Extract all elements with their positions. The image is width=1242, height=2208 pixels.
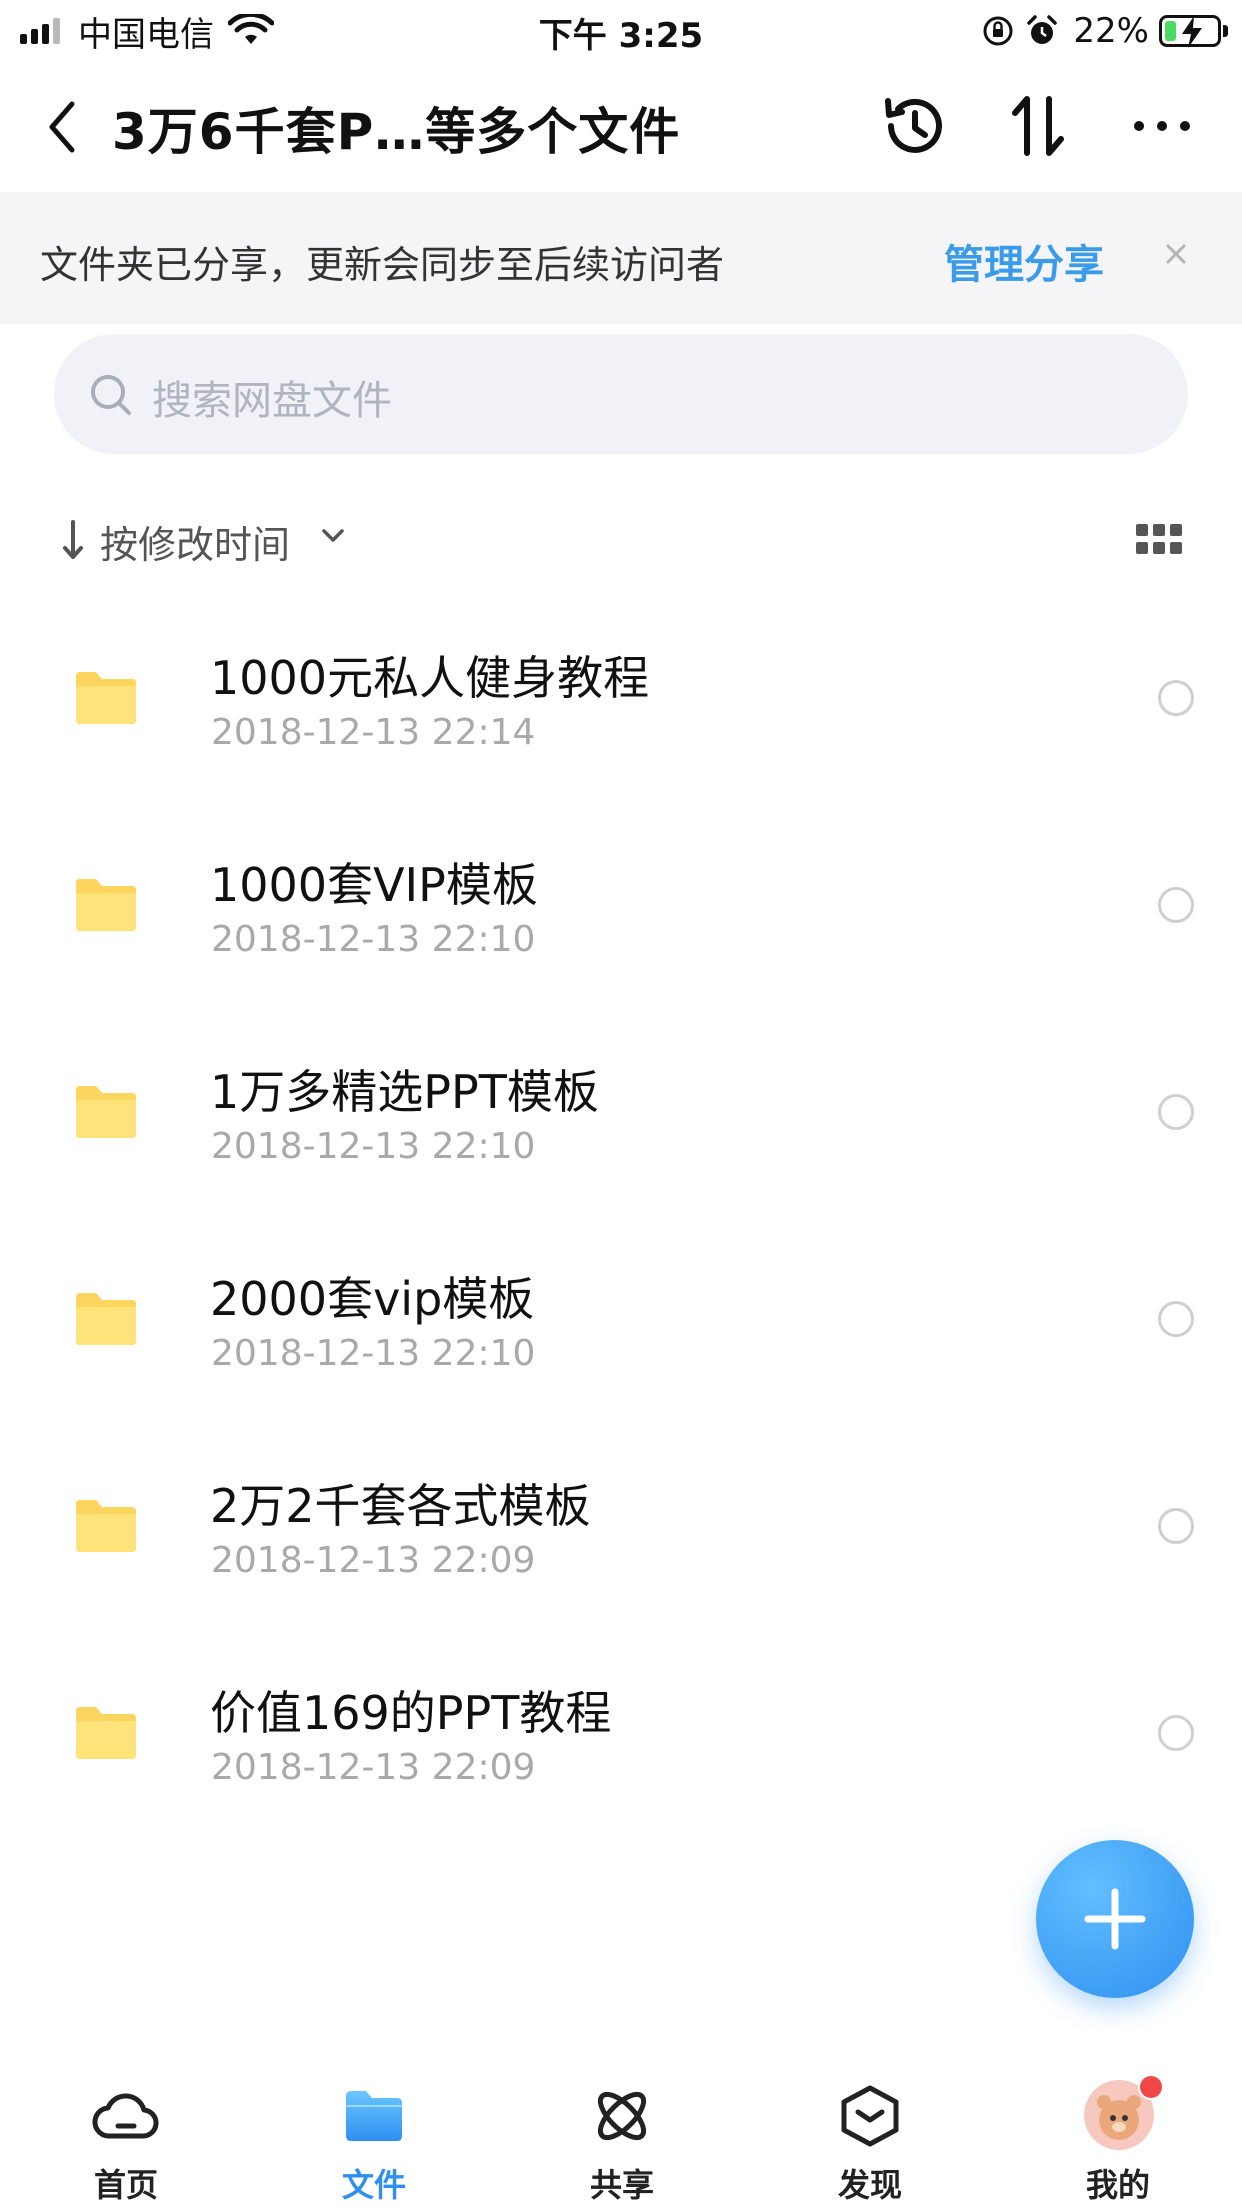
file-date: 2018-12-13 22:14 xyxy=(211,712,536,753)
search-input[interactable]: 搜索网盘文件 xyxy=(54,334,1188,454)
tab-label: 共享 xyxy=(589,2166,654,2204)
sort-row: 按修改时间 xyxy=(0,500,1242,580)
select-radio[interactable] xyxy=(1158,887,1194,923)
file-row[interactable]: 1000元私人健身教程 2018-12-13 22:14 xyxy=(0,600,1242,807)
select-radio[interactable] xyxy=(1158,1715,1194,1751)
tab-share[interactable]: 共享 xyxy=(522,2066,722,2208)
tab-label: 我的 xyxy=(1085,2166,1150,2204)
select-radio[interactable] xyxy=(1158,1094,1194,1130)
file-name: 1000套VIP模板 xyxy=(210,858,538,912)
select-radio[interactable] xyxy=(1158,1301,1194,1337)
nav-actions xyxy=(830,86,1202,166)
share-atom-icon xyxy=(597,2091,647,2141)
folder-icon xyxy=(76,1086,136,1138)
alarm-icon xyxy=(1027,15,1058,44)
folder-icon xyxy=(76,879,136,931)
notification-badge xyxy=(1138,2074,1164,2100)
select-radio[interactable] xyxy=(1158,1508,1194,1544)
file-row[interactable]: 价值169的PPT教程 2018-12-13 22:09 xyxy=(0,1635,1242,1842)
grid-view-icon[interactable] xyxy=(1134,522,1184,556)
charging-bolt-icon xyxy=(1182,16,1202,48)
more-button[interactable] xyxy=(1122,86,1202,166)
orientation-lock-icon xyxy=(983,16,1013,46)
share-banner-text: 文件夹已分享，更新会同步至后续访问者 xyxy=(40,243,725,287)
status-right: 22% xyxy=(971,8,1228,54)
file-date: 2018-12-13 22:10 xyxy=(211,1333,536,1374)
file-name: 2000套vip模板 xyxy=(210,1272,535,1326)
file-date: 2018-12-13 22:09 xyxy=(211,1747,536,1788)
file-date: 2018-12-13 22:09 xyxy=(211,1540,536,1581)
history-icon xyxy=(885,98,942,153)
search-placeholder: 搜索网盘文件 xyxy=(152,378,392,424)
tab-label: 文件 xyxy=(341,2166,406,2204)
chevron-down-icon[interactable] xyxy=(320,526,346,546)
battery-icon xyxy=(1159,15,1221,48)
folder-icon xyxy=(76,1707,136,1759)
folder-icon xyxy=(76,672,136,724)
manage-share-link[interactable]: 管理分享 xyxy=(944,232,1104,290)
folder-icon xyxy=(346,2091,402,2141)
plus-icon xyxy=(1084,1888,1146,1950)
file-row[interactable]: 1000套VIP模板 2018-12-13 22:10 xyxy=(0,807,1242,1014)
file-name: 2万2千套各式模板 xyxy=(210,1479,591,1533)
file-name: 1万多精选PPT模板 xyxy=(210,1065,599,1119)
file-name: 价值169的PPT教程 xyxy=(210,1686,612,1740)
battery-tip xyxy=(1223,25,1228,37)
discover-box-icon xyxy=(841,2085,899,2147)
file-list: 1000元私人健身教程 2018-12-13 22:14 1000套VIP模板 … xyxy=(0,600,1242,1842)
tab-me[interactable]: 我的 xyxy=(1018,2066,1218,2208)
battery-level-fill xyxy=(1165,21,1176,41)
transfer-button[interactable] xyxy=(998,86,1078,166)
add-button[interactable] xyxy=(1036,1840,1194,1998)
file-date: 2018-12-13 22:10 xyxy=(211,1126,536,1167)
more-icon xyxy=(1134,121,1190,131)
select-radio[interactable] xyxy=(1158,680,1194,716)
sort-option[interactable]: 按修改时间 xyxy=(100,514,290,569)
battery-percent: 22% xyxy=(1073,11,1149,51)
file-row[interactable]: 2万2千套各式模板 2018-12-13 22:09 xyxy=(0,1428,1242,1635)
tab-discover[interactable]: 发现 xyxy=(770,2066,970,2208)
history-button[interactable] xyxy=(874,86,954,166)
file-row[interactable]: 1万多精选PPT模板 2018-12-13 22:10 xyxy=(0,1014,1242,1221)
close-icon[interactable] xyxy=(1158,236,1194,272)
transfer-icon xyxy=(1012,96,1064,156)
file-row[interactable]: 2000套vip模板 2018-12-13 22:10 xyxy=(0,1221,1242,1428)
status-bar: 中国电信 下午 3:25 22% xyxy=(0,0,1242,60)
page-title: 3万6千套P…等多个文件 xyxy=(112,103,681,161)
tab-label: 发现 xyxy=(837,2166,902,2204)
share-banner: 文件夹已分享，更新会同步至后续访问者 管理分享 xyxy=(0,192,1242,324)
file-date: 2018-12-13 22:10 xyxy=(211,919,536,960)
back-icon[interactable] xyxy=(40,94,84,160)
sort-direction-icon[interactable] xyxy=(60,518,86,562)
tab-files[interactable]: 文件 xyxy=(274,2066,474,2208)
folder-icon xyxy=(76,1500,136,1552)
search-icon xyxy=(91,375,131,415)
tab-bar: 首页 文件 共享 发现 我的 xyxy=(0,2066,1242,2208)
file-name: 1000元私人健身教程 xyxy=(210,651,650,705)
cloud-home-icon xyxy=(92,2093,159,2139)
folder-icon xyxy=(76,1293,136,1345)
tab-label: 首页 xyxy=(93,2166,158,2204)
tab-home[interactable]: 首页 xyxy=(26,2066,226,2208)
nav-bar: 3万6千套P…等多个文件 xyxy=(0,70,1242,190)
